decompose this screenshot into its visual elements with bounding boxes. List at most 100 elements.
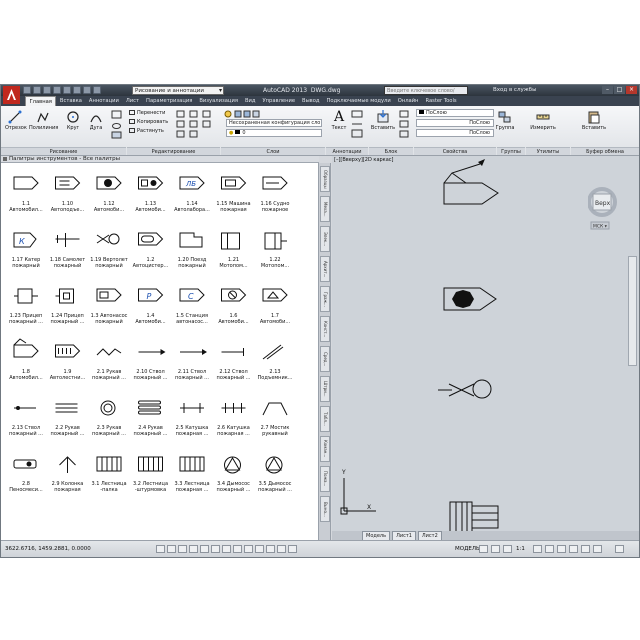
customize-qat-icon[interactable] [93, 86, 101, 94]
panel-layers-title[interactable]: Слои [221, 147, 325, 155]
side-tab-4[interactable]: Граж... [320, 286, 330, 312]
quick-view-layouts-icon[interactable] [479, 545, 488, 553]
palette-tool[interactable]: 1.14 Автолабора... [171, 201, 213, 213]
side-tab-0[interactable]: Образцы [320, 166, 330, 192]
drafting-toggle-icon[interactable] [211, 545, 220, 553]
annotation-scale[interactable]: 1:1 [516, 545, 525, 553]
tab-render[interactable]: Визуализация [196, 96, 242, 106]
isolate-objects-icon[interactable] [581, 545, 590, 553]
tab-layout[interactable]: Лист [122, 96, 142, 106]
palette-tool[interactable]: 1.3 Автонасос пожарный [88, 313, 130, 325]
side-tab-10[interactable]: Пожа... [320, 466, 330, 492]
arc-tool-button[interactable]: Дуга [86, 110, 106, 131]
palette-tool[interactable]: 2.3 Рукав пожарный ... [88, 425, 130, 437]
side-tab-11[interactable]: Выно... [320, 496, 330, 522]
drafting-toggle-icon[interactable] [156, 545, 165, 553]
view-cube[interactable]: Верх МСК ▾ [587, 186, 628, 236]
palette-tool[interactable]: 2.5 Катушка пожарная ... [171, 425, 213, 437]
palette-tool[interactable]: 2.13 Ствол пожарный ... [5, 425, 47, 437]
drafting-toggle-icon[interactable] [178, 545, 187, 553]
palette-tool[interactable]: 2.4 Рукав пожарный ... [130, 425, 172, 437]
side-tab-8[interactable]: Табл... [320, 406, 330, 432]
palette-tool[interactable]: 1.8 Автомобил... [5, 369, 47, 381]
model-space-toggle[interactable]: МОДЕЛЬ [455, 545, 480, 553]
palette-tool[interactable]: 1.21 Мотопом... [213, 257, 255, 269]
palette-tool[interactable]: 1.5 Станция автонасос... [171, 313, 213, 325]
copy-button[interactable]: Копировать [129, 119, 168, 126]
palette-tool[interactable]: 1.17 Катер пожарный [5, 257, 47, 269]
palette-tool[interactable]: 1.15 Машина пожарная [213, 201, 255, 213]
palette-tool[interactable]: 2.12 Ствол пожарный ... [213, 369, 255, 381]
block-extra-icons[interactable] [399, 110, 411, 140]
navigation-bar[interactable] [628, 256, 637, 366]
undo-icon[interactable] [73, 86, 81, 94]
palette-tool[interactable]: 3.4 Дымосос пожарный ... [213, 481, 255, 493]
palette-tool[interactable]: 2.13 Подъемник... [254, 369, 296, 381]
workspace-switch-icon[interactable] [545, 545, 554, 553]
drafting-toggle-icon[interactable] [233, 545, 242, 553]
open-file-icon[interactable] [33, 86, 41, 94]
print-icon[interactable] [63, 86, 71, 94]
paste-button[interactable]: Вставить [579, 110, 609, 131]
save-as-icon[interactable] [53, 86, 61, 94]
panel-draw-title[interactable]: Рисование [1, 147, 126, 155]
palette-tool[interactable]: 1.18 Самолет пожарный [47, 257, 89, 269]
save-icon[interactable] [43, 86, 51, 94]
tab-sheet1[interactable]: Лист1 [392, 530, 416, 541]
palette-tool[interactable]: 2.2 Рукав пожарный ... [47, 425, 89, 437]
minimize-button[interactable]: – [602, 86, 613, 94]
side-tab-9[interactable]: Коман... [320, 436, 330, 462]
annotation-extra-icons[interactable] [351, 110, 365, 140]
insert-block-button[interactable]: Вставить [369, 110, 397, 131]
palette-tool[interactable]: 2.9 Колонка пожарная [47, 481, 89, 493]
palette-title[interactable]: Палитры инструментов - Все палитры [1, 156, 319, 163]
palette-tool[interactable]: 1.13 Автомоби... [130, 201, 172, 213]
drafting-toggle-icon[interactable] [288, 545, 297, 553]
palette-tool[interactable]: 1.22 Мотопом... [254, 257, 296, 269]
palette-tool[interactable]: 1.23 Прицеп пожарный ... [5, 313, 47, 325]
layer-icons[interactable] [223, 109, 323, 119]
draw-extra-icons[interactable] [111, 110, 123, 140]
panel-modify-title[interactable]: Редактирование [127, 147, 220, 155]
measure-button[interactable]: Измерить [529, 110, 557, 131]
panel-properties-title[interactable]: Свойства [414, 147, 496, 155]
drafting-toggle-icon[interactable] [167, 545, 176, 553]
maximize-button[interactable]: □ [614, 86, 625, 94]
status-menu-icon[interactable] [593, 545, 602, 553]
move-button[interactable]: Перенести [129, 110, 165, 117]
new-file-icon[interactable] [23, 86, 31, 94]
hardware-acceleration-icon[interactable] [569, 545, 578, 553]
quick-view-drawings-icon[interactable] [491, 545, 500, 553]
palette-tool[interactable]: 1.24 Прицеп пожарный ... [47, 313, 89, 325]
drafting-toggle-icon[interactable] [266, 545, 275, 553]
tab-sheet2[interactable]: Лист2 [417, 530, 442, 541]
side-tab-3[interactable]: Архит... [320, 256, 330, 282]
tab-raster-tools[interactable]: Raster Tools [422, 96, 460, 106]
search-input[interactable]: Введите ключевое слово/фразу [384, 86, 468, 102]
palette-tool[interactable]: 2.7 Мостик рукавный [254, 425, 296, 437]
drafting-toggle-icon[interactable] [244, 545, 253, 553]
panel-annotation-title[interactable]: Аннотации [326, 147, 368, 155]
palette-tool[interactable]: 1.12 Автомоби... [88, 201, 130, 213]
tab-parametric[interactable]: Параметризация [143, 96, 196, 106]
panel-groups-title[interactable]: Группы [497, 147, 525, 155]
stretch-button[interactable]: Растянуть [129, 128, 164, 135]
close-button[interactable]: × [626, 86, 637, 94]
drafting-toggle-icon[interactable] [222, 545, 231, 553]
annotation-visibility-icon[interactable] [533, 545, 542, 553]
tab-online[interactable]: Онлайн [394, 96, 422, 106]
panel-clipboard-title[interactable]: Буфер обмена [571, 147, 639, 155]
lock-icon[interactable] [557, 545, 566, 553]
side-tab-1[interactable]: Меха... [320, 196, 330, 222]
palette-tool[interactable]: 1.1 Автомобил... [5, 201, 47, 213]
palette-tool[interactable]: 2.8 Пеносмеси... [5, 481, 47, 493]
palette-tool[interactable]: 2.11 Ствол пожарный ... [171, 369, 213, 381]
palette-tool[interactable]: 1.16 Судно пожарное [254, 201, 296, 213]
workspace-select[interactable]: Рисование и аннотации [132, 86, 224, 95]
side-tab-6[interactable]: Сред... [320, 346, 330, 372]
text-tool-button[interactable]: A Текст [329, 110, 349, 131]
layer-state-select[interactable]: Несохраненная конфигурация сло [226, 119, 322, 127]
drafting-toggle-icon[interactable] [189, 545, 198, 553]
tab-insert[interactable]: Вставка [56, 96, 85, 106]
line-tool-button[interactable]: Отрезок [5, 110, 27, 131]
